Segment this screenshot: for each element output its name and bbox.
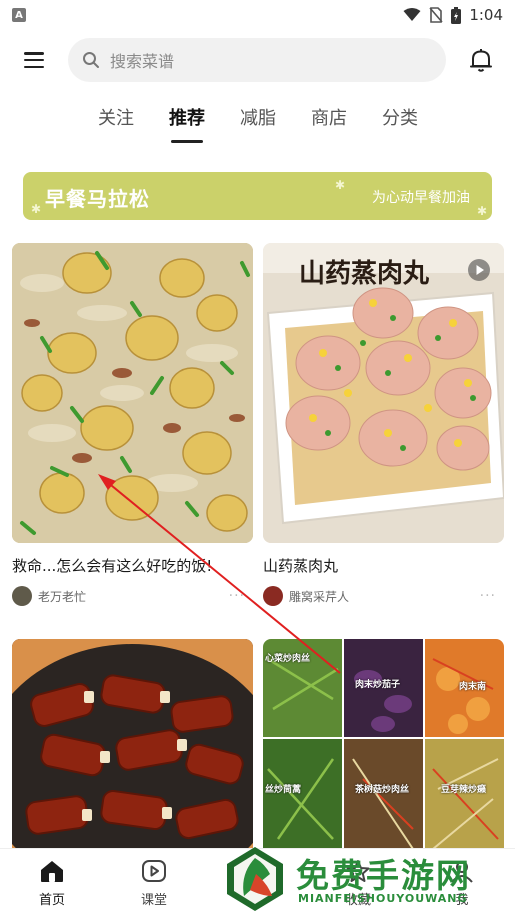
watermark-text: 免费手游网 (296, 856, 471, 895)
search-icon (83, 52, 99, 68)
tab-diet[interactable]: 减脂 (228, 104, 288, 130)
watermark-subtext: MIANFEISHOUYOUWANG (298, 892, 468, 905)
home-icon (41, 861, 63, 882)
menu-icon[interactable] (22, 48, 46, 72)
nav-class[interactable]: 课堂 (124, 859, 184, 908)
nav-home-label: 首页 (38, 893, 65, 908)
tab-follow[interactable]: 关注 (86, 104, 146, 130)
nav-home[interactable]: 首页 (22, 859, 82, 908)
watermark: 免费手游网 MIANFEISHOUYOUWANG (220, 843, 515, 915)
category-tabs: 关注 推荐 减脂 商店 分类 (0, 104, 515, 144)
snowflake-icon: ✱ (477, 204, 488, 218)
play-icon (142, 860, 166, 882)
recipe-feed: 救命...怎么会有这么好吃的饭! 老万老忙 ··· 山药蒸肉丸 山药蒸肉丸 雕窝… (0, 243, 515, 848)
annotation-arrow (98, 474, 341, 674)
snowflake-icon: ✱ (31, 202, 42, 216)
watermark-logo (227, 847, 283, 911)
tab-category[interactable]: 分类 (370, 104, 430, 130)
status-time: 1:04 (469, 6, 503, 24)
app-notification-icon: A (12, 8, 26, 22)
no-sim-icon (429, 7, 443, 23)
snowflake-icon: ✱ (335, 178, 346, 192)
top-bar: 搜索菜谱 (0, 38, 515, 82)
tab-shop[interactable]: 商店 (299, 104, 359, 130)
bell-icon[interactable] (468, 47, 494, 73)
nav-class-label: 课堂 (140, 893, 167, 908)
banner-subtitle: 为心动早餐加油 (372, 190, 470, 206)
wifi-icon (403, 8, 421, 21)
battery-icon (451, 6, 462, 24)
search-input[interactable]: 搜索菜谱 (68, 38, 446, 82)
banner-title: 早餐马拉松 (45, 187, 150, 211)
search-placeholder: 搜索菜谱 (110, 52, 175, 71)
tab-recommend[interactable]: 推荐 (157, 104, 217, 130)
breakfast-banner[interactable]: ✱ ✱ ✱ 早餐马拉松 为心动早餐加油 (23, 172, 492, 220)
status-bar: A 1:04 (0, 0, 515, 30)
tab-indicator (171, 140, 203, 143)
